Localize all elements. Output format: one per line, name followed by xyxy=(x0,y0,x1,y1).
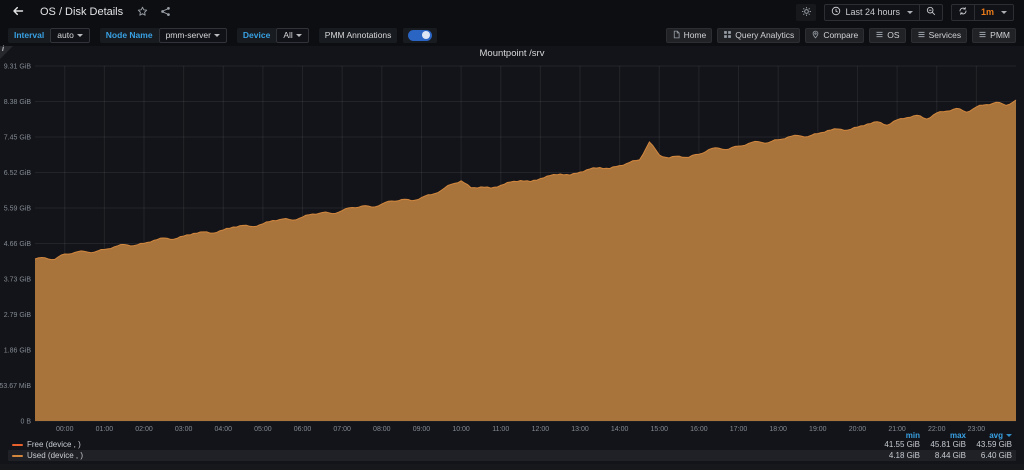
zoom-out-time-button[interactable] xyxy=(919,3,943,21)
y-axis-tick-label: 5.59 GiB xyxy=(4,206,32,213)
stat-min-value: 41.55 GiB xyxy=(884,440,920,449)
chevron-down-icon xyxy=(906,10,913,14)
dashboard-link-compare[interactable]: Compare xyxy=(805,27,865,43)
topbar-left: OS / Disk Details xyxy=(10,3,173,22)
panel-title[interactable]: Mountpoint /srv xyxy=(0,48,1024,59)
clock-icon xyxy=(831,6,841,18)
y-axis-tick-label: 9.31 GiB xyxy=(4,64,32,71)
sort-caret-icon xyxy=(1006,433,1012,437)
refresh-controls-group: 1m xyxy=(950,3,1014,21)
bars-icon xyxy=(978,30,987,41)
series-label: Free (device , ) xyxy=(27,440,81,449)
refresh-interval-label: 1m xyxy=(980,7,994,17)
panel-mountpoint-srv: i Mountpoint /srv 0 B953.67 MiB1.86 GiB2… xyxy=(0,46,1024,464)
legend-sort-min[interactable]: min xyxy=(874,431,920,440)
time-range-picker[interactable]: Last 24 hours xyxy=(824,3,920,21)
y-axis-tick-label: 0 B xyxy=(20,419,31,426)
legend-series-toggle[interactable]: Used (device , ) xyxy=(12,451,874,460)
template-variable-filters: Interval auto Node Name pmm-server Device All… xyxy=(8,27,438,43)
filter-label-device: Device xyxy=(236,27,277,43)
dashboard-link-label: PMM xyxy=(990,30,1010,40)
legend-stats-header-row: min max avg xyxy=(8,431,1016,440)
dashboard-link-pmm[interactable]: PMM xyxy=(972,27,1016,43)
top-navigation-bar: OS / Disk Details Last 24 hours 1m xyxy=(0,0,1024,24)
legend-sort-avg[interactable]: avg xyxy=(966,431,1012,440)
y-axis-tick-label: 3.73 GiB xyxy=(4,277,32,284)
dashboard-link-os[interactable]: OS xyxy=(869,27,906,43)
back-button[interactable] xyxy=(10,3,26,22)
stat-avg-value: 43.59 GiB xyxy=(976,440,1012,449)
dashboard-link-label: Compare xyxy=(823,30,859,40)
toggle-knob xyxy=(422,31,431,39)
dashboard-link-label: OS xyxy=(887,30,900,40)
chevron-down-icon xyxy=(213,33,220,37)
search-minus-icon xyxy=(926,6,936,18)
used-space-area xyxy=(35,100,1016,421)
legend-sort-max[interactable]: max xyxy=(920,431,966,440)
y-axis-tick-label: 953.67 MiB xyxy=(0,383,31,390)
document-icon xyxy=(672,30,681,41)
dashboard-link-query-analytics[interactable]: Query Analytics xyxy=(717,27,801,43)
dashboard-links: Home Query Analytics Compare OS Services PMM xyxy=(665,27,1016,43)
pmm-annotations-toggle[interactable] xyxy=(408,29,433,41)
grid-icon xyxy=(723,30,732,41)
stat-avg-value: 6.40 GiB xyxy=(980,451,1012,460)
y-axis-tick-label: 7.45 GiB xyxy=(4,135,32,142)
dashboard-link-label: Services xyxy=(928,30,962,40)
chevron-down-icon xyxy=(295,33,302,37)
chart-legend: min max avg Free (device , ) 41.55 GiB 45.81 … xyxy=(8,431,1016,461)
series-color-marker xyxy=(12,443,23,446)
y-axis-tick-label: 4.66 GiB xyxy=(4,241,32,248)
y-axis-tick-label: 1.86 GiB xyxy=(4,348,32,355)
bars-icon xyxy=(917,30,926,41)
refresh-interval-picker[interactable]: 1m xyxy=(974,3,1014,21)
stat-max-value: 8.44 GiB xyxy=(934,451,966,460)
disk-usage-area-chart[interactable]: 0 B 953.67 MiB 1.86 GiB 2.79 GiB 3.73 GiB 4.6… xyxy=(0,60,1024,434)
dashboard-row-divider xyxy=(0,464,1024,470)
y-axis-tick-label: 6.52 GiB xyxy=(4,170,32,177)
filter-label-interval: Interval xyxy=(8,27,51,43)
page-title: OS / Disk Details xyxy=(40,6,124,18)
dashboard-link-services[interactable]: Services xyxy=(910,27,968,43)
bars-icon xyxy=(875,30,884,41)
marker-icon xyxy=(811,30,820,41)
refresh-button[interactable] xyxy=(950,3,975,21)
dashboard-link-label: Home xyxy=(683,30,707,40)
star-icon xyxy=(137,5,148,20)
stat-min-value: 4.18 GiB xyxy=(888,451,920,460)
filter-value-device[interactable]: All xyxy=(276,27,309,43)
dashboard-link-label: Query Analytics xyxy=(735,30,795,40)
grafana-disk-details-dashboard: OS / Disk Details Last 24 hours 1m Inter… xyxy=(0,0,1024,470)
dashboard-settings-button[interactable] xyxy=(796,3,817,21)
legend-row-free: Free (device , ) 41.55 GiB 45.81 GiB 43.59 … xyxy=(8,439,1016,450)
chevron-down-icon xyxy=(76,33,83,37)
series-label: Used (device , ) xyxy=(27,451,84,460)
refresh-icon xyxy=(958,6,968,18)
chevron-down-icon xyxy=(1001,10,1007,14)
arrow-left-icon xyxy=(12,5,24,20)
favorite-button[interactable] xyxy=(135,3,150,22)
time-range-label: Last 24 hours xyxy=(845,7,900,17)
y-axis-tick-label: 2.79 GiB xyxy=(4,312,32,319)
share-icon xyxy=(160,5,171,20)
series-color-marker xyxy=(12,454,23,457)
share-button[interactable] xyxy=(158,3,173,22)
y-axis-tick-label: 8.38 GiB xyxy=(4,99,32,106)
pmm-annotations-switch-container xyxy=(403,27,438,43)
filter-value-node-name[interactable]: pmm-server xyxy=(158,27,227,43)
legend-series-toggle[interactable]: Free (device , ) xyxy=(12,440,874,449)
legend-row-used: Used (device , ) 4.18 GiB 8.44 GiB 6.40 GiB xyxy=(8,450,1016,461)
filter-value-interval[interactable]: auto xyxy=(50,27,90,43)
dashboard-toolbar: Interval auto Node Name pmm-server Device All… xyxy=(0,24,1024,46)
dashboard-link-home[interactable]: Home xyxy=(665,27,713,43)
gear-icon xyxy=(801,5,812,20)
pmm-annotations-label: PMM Annotations xyxy=(318,27,398,43)
filter-label-node-name: Node Name xyxy=(99,27,159,43)
topbar-right: Last 24 hours 1m xyxy=(796,3,1014,21)
stat-max-value: 45.81 GiB xyxy=(930,440,966,449)
time-controls-group: Last 24 hours xyxy=(824,3,943,21)
